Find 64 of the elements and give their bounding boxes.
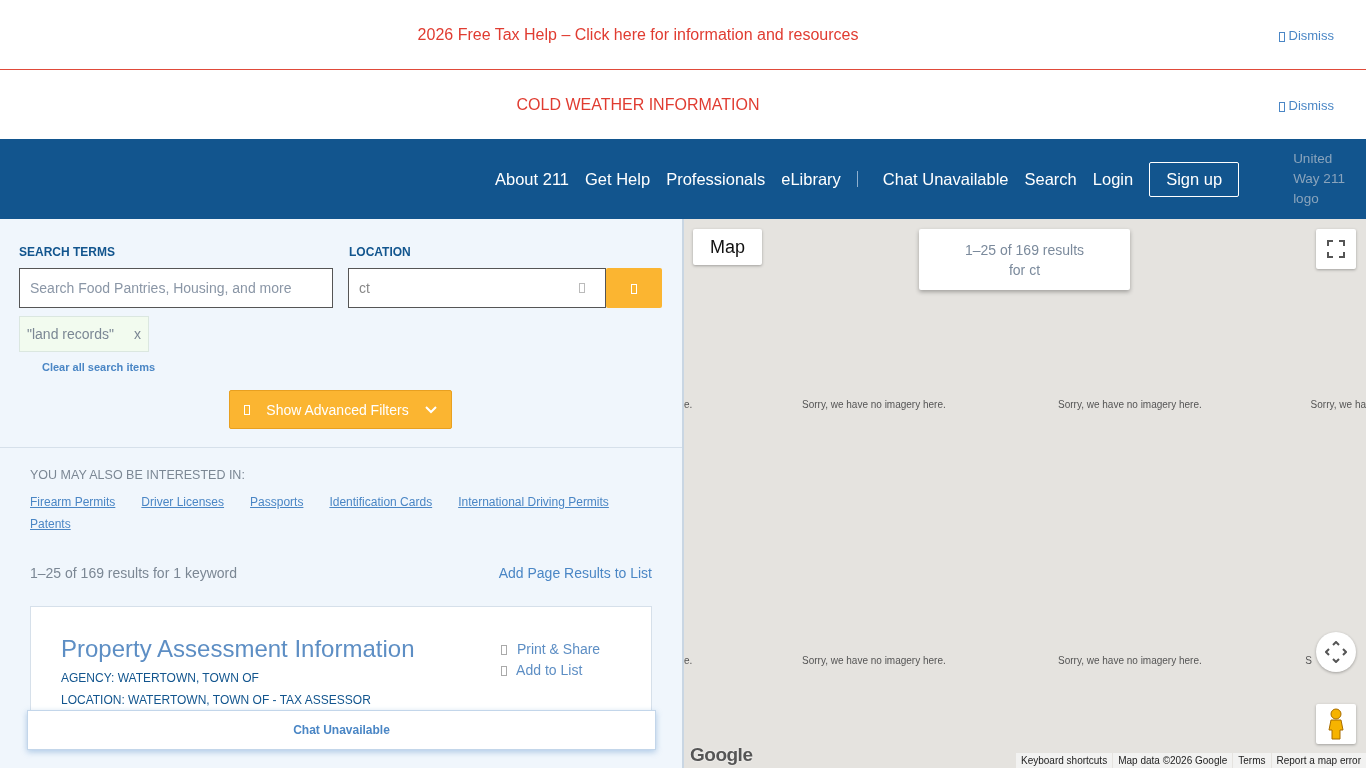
agency-text: AGENCY: WATERTOWN, TOWN OF bbox=[61, 671, 260, 685]
location-text: LOCATION: WATERTOWN, TOWN OF - TAX ASSESSOR bbox=[61, 693, 372, 707]
results-summary: 1–25 of 169 results for 1 keyword bbox=[30, 565, 237, 581]
nav-link[interactable]: eLibrary bbox=[781, 169, 841, 189]
related-link[interactable]: International Driving Permits bbox=[458, 495, 609, 509]
missing-glyph-icon bbox=[579, 283, 586, 293]
pegman-icon bbox=[1328, 708, 1344, 740]
map-footer-link[interactable]: Report a map error bbox=[1271, 753, 1366, 768]
map-tile-message: Sorry, we ha bbox=[1310, 399, 1366, 410]
missing-glyph-icon bbox=[244, 404, 251, 415]
nav-link[interactable]: Chat Unavailable bbox=[882, 169, 1009, 189]
map-tile-message: e. bbox=[684, 655, 693, 666]
signup-button[interactable]: Sign up bbox=[1149, 161, 1240, 197]
map-results-summary: 1–25 of 169 results for ct bbox=[919, 229, 1130, 290]
map-footer-link[interactable]: Map data ©2026 Google bbox=[1113, 753, 1233, 768]
map-tile-message: Sorry, we have no imagery here. bbox=[1058, 655, 1202, 666]
chevron-down-icon bbox=[424, 405, 437, 414]
missing-glyph-icon bbox=[631, 284, 638, 294]
field-label: SEARCH TERMS bbox=[19, 245, 116, 259]
map-footer-link[interactable]: Keyboard shortcuts bbox=[1016, 753, 1113, 768]
fullscreen-icon bbox=[1327, 240, 1345, 258]
nav-link[interactable]: Professionals bbox=[666, 169, 766, 189]
map-tile-message: Sorry, we have no imagery here. bbox=[802, 655, 946, 666]
print-share-link[interactable]: Print & Share bbox=[501, 641, 621, 657]
pan-control-button[interactable] bbox=[1316, 632, 1356, 672]
add-page-link[interactable]: Add Page Results to List bbox=[498, 565, 652, 581]
alert-link[interactable]: 2026 Free Tax Help – Click here for information and resources bbox=[417, 25, 859, 44]
nav-link[interactable]: Get Help bbox=[585, 169, 651, 189]
related-link[interactable]: Identification Cards bbox=[329, 495, 433, 509]
chat-bar[interactable]: Chat Unavailable bbox=[27, 710, 656, 750]
map-type-button[interactable]: Map bbox=[693, 229, 762, 265]
missing-glyph-icon bbox=[1278, 101, 1285, 112]
result-title[interactable]: Property Assessment Information bbox=[61, 635, 415, 663]
location-field[interactable]: ct bbox=[347, 268, 607, 308]
chip-text: "land records" bbox=[27, 326, 114, 342]
four-arrows-icon bbox=[1325, 641, 1347, 663]
nav-link[interactable]: Login bbox=[1092, 169, 1134, 189]
map-tile-message: S bbox=[1305, 655, 1312, 666]
missing-glyph-icon bbox=[1278, 31, 1285, 42]
map-tile-message: Sorry, we have no imagery here. bbox=[802, 399, 946, 410]
google-logo: Google bbox=[690, 744, 753, 766]
chip-remove-button[interactable]: x bbox=[134, 326, 141, 342]
section-heading: YOU MAY ALSO BE INTERESTED IN: bbox=[30, 468, 246, 482]
map-tile-message: Sorry, we have no imagery here. bbox=[1058, 399, 1202, 410]
fullscreen-button[interactable] bbox=[1316, 229, 1356, 269]
broken-logo-text: United Way 211 logo bbox=[1293, 150, 1346, 208]
dismiss-link[interactable]: Dismiss bbox=[1278, 98, 1334, 113]
related-link[interactable]: Firearm Permits bbox=[30, 495, 116, 509]
related-link[interactable]: Passports bbox=[250, 495, 304, 509]
dismiss-link[interactable]: Dismiss bbox=[1278, 28, 1334, 43]
nav-link[interactable]: Search bbox=[1024, 169, 1077, 189]
map-tile-message: e. bbox=[684, 399, 693, 410]
pegman-button[interactable] bbox=[1316, 704, 1356, 744]
map-footer-link[interactable]: Terms bbox=[1233, 753, 1271, 768]
missing-glyph-icon bbox=[501, 645, 507, 656]
nav-link[interactable]: About 211 bbox=[495, 169, 569, 189]
related-link[interactable]: Patents bbox=[30, 517, 71, 531]
search-terms-field[interactable]: Search Food Pantries, Housing, and more bbox=[19, 268, 333, 308]
related-link[interactable]: Driver Licenses bbox=[141, 495, 225, 509]
clear-search-link[interactable]: Clear all search items bbox=[42, 361, 662, 373]
alert-link[interactable]: COLD WEATHER INFORMATION bbox=[516, 95, 760, 114]
missing-glyph-icon bbox=[501, 666, 507, 677]
field-label: LOCATION bbox=[349, 245, 411, 259]
add-to-list-link[interactable]: Add to List bbox=[501, 662, 621, 678]
